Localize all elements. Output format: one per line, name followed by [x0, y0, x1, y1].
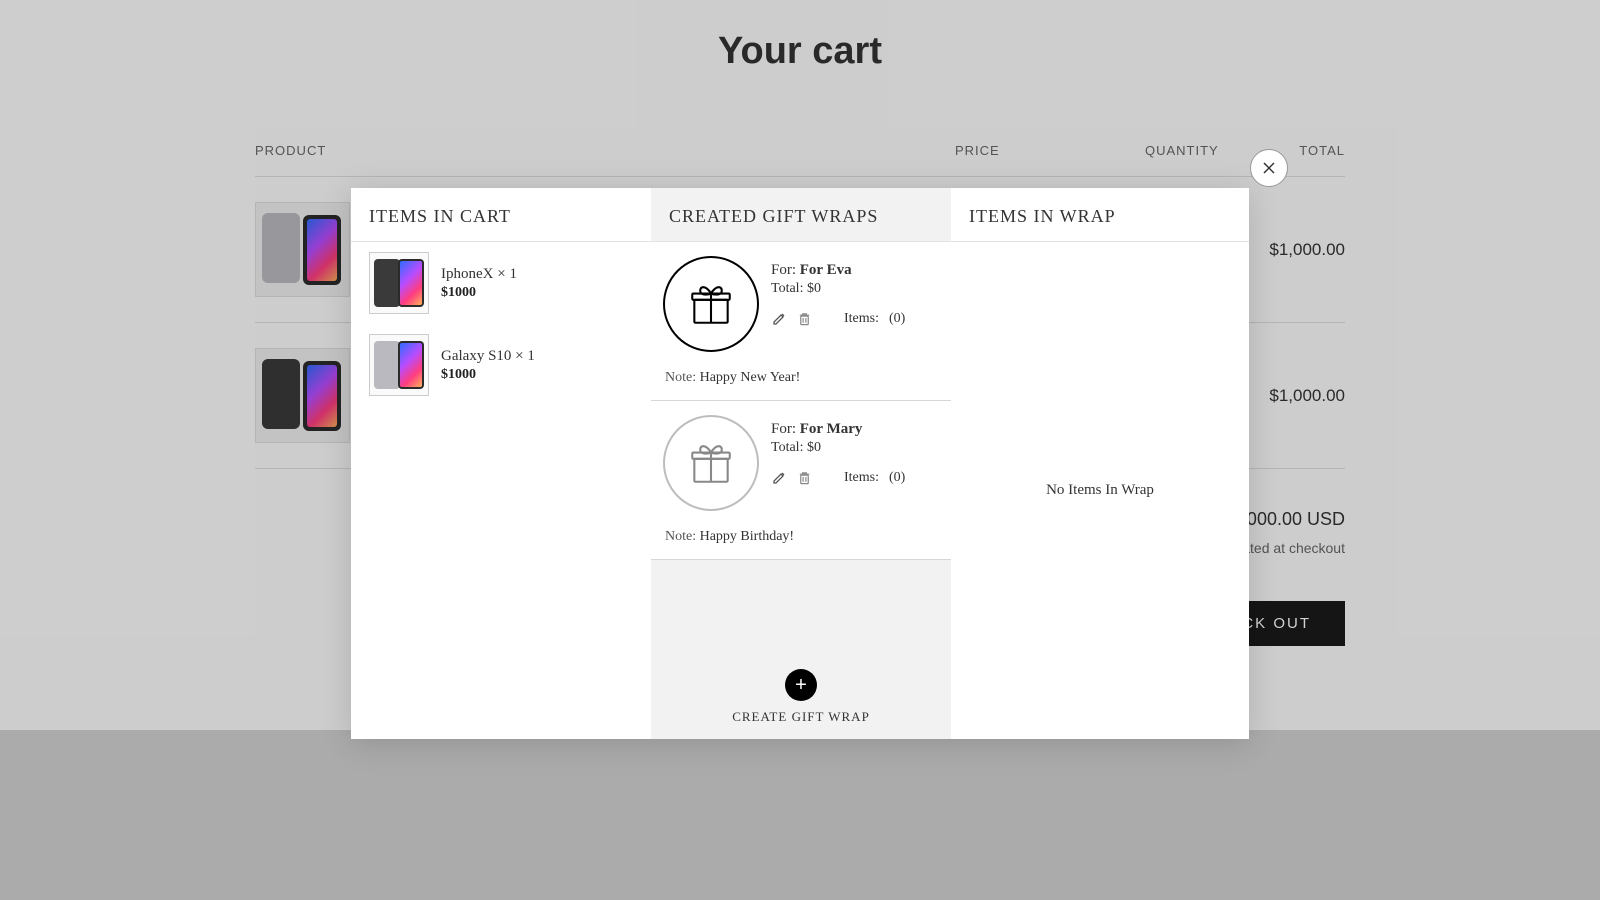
- wrap-total-value: $0: [807, 281, 821, 296]
- wrap-items-label: Items:: [844, 311, 879, 327]
- product-thumbnail: [369, 252, 429, 314]
- plus-icon: +: [795, 675, 807, 695]
- edit-icon: [771, 311, 787, 327]
- cart-item[interactable]: IphoneX × 1 $1000: [351, 242, 651, 324]
- gift-wrap-card[interactable]: For: For Mary Total: $0: [651, 401, 951, 560]
- create-gift-wrap-label: CREATE GIFT WRAP: [651, 709, 951, 725]
- wrap-total-label: Total:: [771, 440, 803, 455]
- cart-item-name: IphoneX × 1: [441, 266, 517, 283]
- wrap-total-label: Total:: [771, 281, 803, 296]
- create-gift-wrap-block: + CREATE GIFT WRAP: [651, 669, 951, 739]
- created-gift-wraps-panel: CREATED GIFT WRAPS For: For Eva: [651, 188, 951, 739]
- items-in-wrap-panel: ITEMS IN WRAP No Items In Wrap: [951, 188, 1249, 739]
- gift-wrap-modal: ITEMS IN CART IphoneX × 1 $1000 Galaxy S…: [351, 188, 1249, 739]
- items-in-cart-panel: ITEMS IN CART IphoneX × 1 $1000 Galaxy S…: [351, 188, 651, 739]
- panel-title-items-in-cart: ITEMS IN CART: [351, 188, 651, 242]
- cart-item-price: $1000: [441, 285, 517, 301]
- gift-icon: [663, 256, 759, 352]
- wrap-items-label: Items:: [844, 470, 879, 486]
- gift-icon: [663, 415, 759, 511]
- edit-wrap-button[interactable]: [771, 311, 787, 327]
- delete-wrap-button[interactable]: [797, 470, 812, 486]
- trash-icon: [797, 470, 812, 486]
- panel-title-created-wraps: CREATED GIFT WRAPS: [651, 188, 951, 242]
- cart-item-info: IphoneX × 1 $1000: [441, 266, 517, 301]
- cart-item[interactable]: Galaxy S10 × 1 $1000: [351, 324, 651, 406]
- no-items-message: No Items In Wrap: [951, 482, 1249, 499]
- wrap-note-value: Happy New Year!: [700, 370, 801, 385]
- wrap-for-value: For Mary: [800, 421, 863, 437]
- close-button[interactable]: [1250, 149, 1288, 187]
- edit-wrap-button[interactable]: [771, 470, 787, 486]
- wrap-for-label: For:: [771, 262, 796, 278]
- wrap-note-label: Note:: [665, 529, 696, 544]
- panel-title-items-in-wrap: ITEMS IN WRAP: [951, 188, 1249, 242]
- wrap-note-label: Note:: [665, 370, 696, 385]
- wrap-total-value: $0: [807, 440, 821, 455]
- cart-item-price: $1000: [441, 367, 535, 383]
- delete-wrap-button[interactable]: [797, 311, 812, 327]
- wrap-for-label: For:: [771, 421, 796, 437]
- cart-item-name: Galaxy S10 × 1: [441, 348, 535, 365]
- cart-item-info: Galaxy S10 × 1 $1000: [441, 348, 535, 383]
- create-gift-wrap-button[interactable]: +: [785, 669, 817, 701]
- product-thumbnail: [369, 334, 429, 396]
- wrap-items-value: (0): [889, 311, 905, 327]
- wrap-items-value: (0): [889, 470, 905, 486]
- edit-icon: [771, 470, 787, 486]
- trash-icon: [797, 311, 812, 327]
- wrap-for-value: For Eva: [800, 262, 852, 278]
- close-icon: [1262, 161, 1276, 175]
- wrap-note-value: Happy Birthday!: [700, 529, 794, 544]
- gift-wrap-card[interactable]: For: For Eva Total: $0: [651, 242, 951, 401]
